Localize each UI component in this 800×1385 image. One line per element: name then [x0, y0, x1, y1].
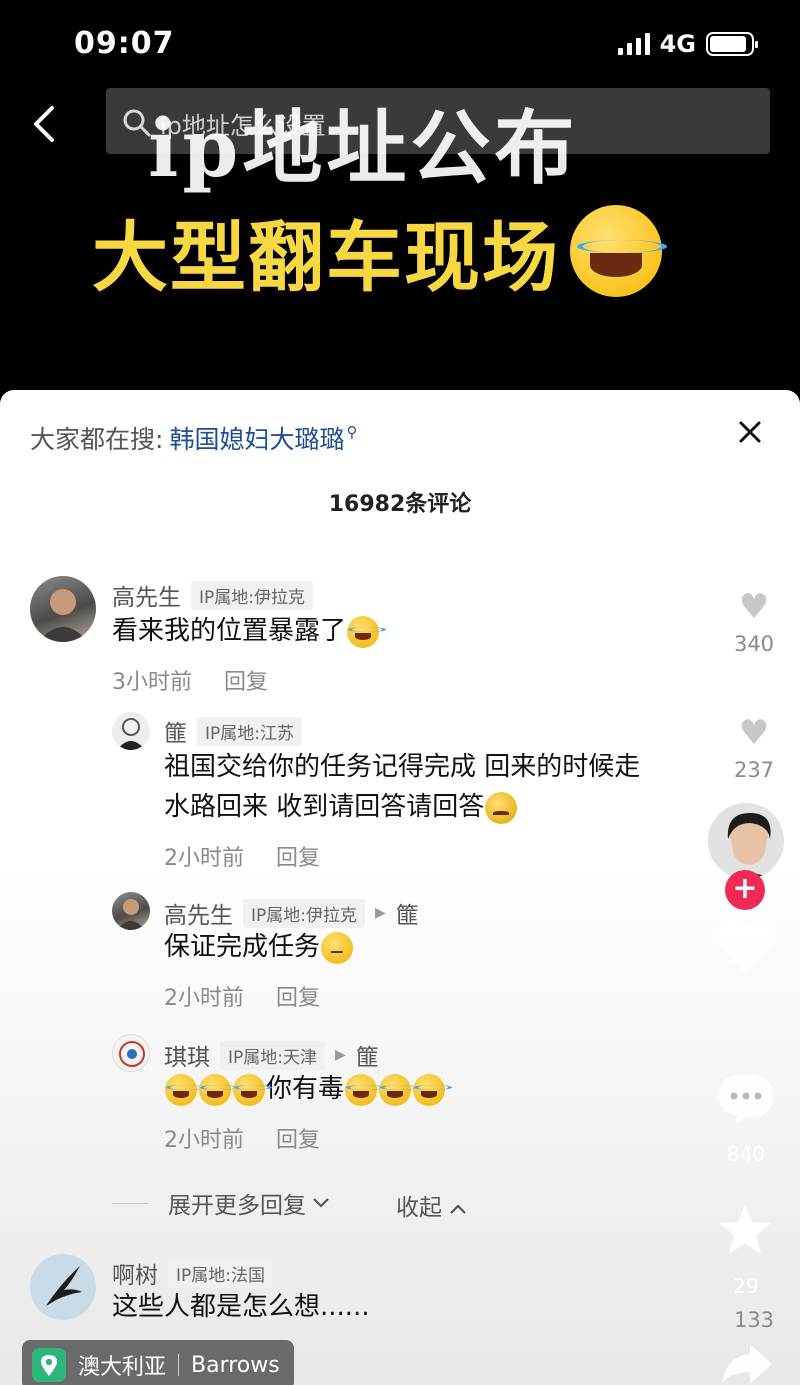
- follow-button[interactable]: +: [725, 870, 765, 910]
- comment-time: 2小时前: [164, 1128, 244, 1153]
- location-tag[interactable]: 澳大利亚 Barrows: [22, 1340, 294, 1385]
- comment-icon[interactable]: [715, 1070, 777, 1126]
- comment-count-side: 840: [726, 1142, 766, 1166]
- heart-icon: ♥: [738, 713, 770, 753]
- divider: [178, 1354, 180, 1376]
- comment-text-content: 你有毒: [266, 1074, 345, 1104]
- like-button[interactable]: ♥ 340: [724, 590, 784, 656]
- close-icon: [739, 421, 761, 443]
- status-indicators: 4G: [617, 30, 758, 58]
- cry-laugh-emoji-icon: [233, 1073, 272, 1106]
- comment-author[interactable]: 琪琪: [164, 1038, 210, 1072]
- comment-text-content: 看来我的位置暴露了: [112, 616, 347, 646]
- comment-text: 看来我的位置暴露了: [112, 610, 386, 652]
- comment-text: 保证完成任务: [164, 926, 354, 968]
- collapse-replies-label: 收起: [396, 1195, 442, 1221]
- avatar[interactable]: [30, 576, 96, 642]
- heart-icon: ♥: [738, 587, 770, 627]
- ip-location-badge: IP属地:伊拉克: [191, 580, 313, 610]
- ip-location-badge: IP属地:天津: [220, 1040, 325, 1070]
- like-count: 133: [733, 1308, 775, 1332]
- reply-button[interactable]: 回复: [276, 840, 320, 872]
- ip-location-badge: IP属地:伊拉克: [243, 898, 365, 928]
- reply-button[interactable]: 回复: [224, 664, 268, 696]
- share-icon[interactable]: [718, 1340, 774, 1385]
- comment-time: 2小时前: [164, 846, 244, 871]
- reply-arrow-icon: ▶: [375, 905, 386, 921]
- comments-panel: 大家都在搜: 韩国媳妇大璐璐 ⚲ 16982条评论 高先生 IP属地:伊拉克 看…: [0, 390, 800, 1385]
- hot-search-link[interactable]: 韩国媳妇大璐璐: [169, 420, 344, 456]
- favorite-count: 29: [733, 1274, 759, 1298]
- crying-emoji-icon: [413, 1073, 452, 1106]
- comment-count: 16982条评论: [328, 492, 472, 517]
- reply-arrow-icon: ▶: [335, 1047, 346, 1063]
- star-icon[interactable]: [717, 1202, 773, 1258]
- reply-button[interactable]: 回复: [276, 1122, 320, 1154]
- comment-text-content: 水路回来 收到请回答请回答: [164, 792, 485, 822]
- thinking-emoji-icon: [321, 931, 354, 964]
- comment-text-content: 保证完成任务: [164, 932, 321, 962]
- hot-search-label: 大家都在搜:: [30, 425, 164, 454]
- chevron-down-icon: [313, 1198, 329, 1208]
- expand-replies-button[interactable]: 展开更多回复: [112, 1186, 330, 1220]
- avatar[interactable]: [30, 1254, 96, 1320]
- cry-laugh-emoji-icon: [347, 615, 386, 648]
- back-icon[interactable]: [28, 104, 62, 144]
- avatar[interactable]: [112, 712, 150, 750]
- crying-emoji-icon: [379, 1073, 418, 1106]
- ip-location-badge: IP属地:江苏: [197, 716, 302, 746]
- comment-time: 2小时前: [164, 986, 244, 1011]
- signal-icon: [617, 33, 650, 55]
- divider: [112, 1202, 148, 1204]
- video-overlay-title: ip地址公布: [148, 101, 579, 195]
- ip-location-badge: IP属地:法国: [168, 1258, 273, 1288]
- comment-author[interactable]: 高先生: [112, 578, 181, 612]
- comment-author[interactable]: 篚: [164, 714, 187, 748]
- location-country: 澳大利亚: [78, 1355, 167, 1380]
- close-button[interactable]: [730, 412, 770, 452]
- video-overlay-subtitle-text: 大型翻车现场: [92, 213, 560, 302]
- location-city: Barrows: [191, 1352, 280, 1378]
- like-count: 340: [733, 632, 775, 656]
- comment-text-line2: 水路回来 收到请回答请回答: [164, 786, 518, 828]
- comment-text: 你有毒: [164, 1068, 452, 1110]
- cry-laugh-emoji-icon: [199, 1073, 238, 1106]
- like-count: 237: [733, 758, 775, 782]
- chevron-up-icon: [450, 1204, 467, 1214]
- reply-to-name[interactable]: 篚: [356, 1038, 379, 1072]
- location-pin-icon: [32, 1348, 66, 1382]
- status-time: 09:07: [74, 26, 175, 61]
- laughing-emoji-icon: [570, 205, 667, 297]
- sad-emoji-icon: [485, 791, 518, 824]
- comment-text: 这些人都是怎么想......: [112, 1292, 370, 1322]
- reply-button[interactable]: 回复: [276, 980, 320, 1012]
- avatar[interactable]: [112, 1034, 150, 1072]
- collapse-replies-button[interactable]: 收起: [396, 1188, 467, 1222]
- comment-text-line1: 祖国交给你的任务记得完成 回来的时候走: [164, 752, 641, 782]
- cry-laugh-emoji-icon: [165, 1073, 204, 1106]
- hot-search-small-search-icon: ⚲: [346, 423, 358, 441]
- avatar[interactable]: [112, 892, 150, 930]
- crying-emoji-icon: [345, 1073, 384, 1106]
- reply-to-name[interactable]: 篚: [396, 896, 419, 930]
- expand-replies-label: 展开更多回复: [168, 1193, 306, 1219]
- battery-icon: [706, 32, 758, 56]
- network-type: 4G: [659, 30, 696, 58]
- like-button[interactable]: ♥ 237: [724, 716, 784, 782]
- video-overlay-subtitle: 大型翻车现场: [92, 196, 667, 306]
- comment-time: 3小时前: [112, 670, 192, 695]
- heart-icon[interactable]: [712, 912, 780, 980]
- hot-search-row: 大家都在搜: 韩国媳妇大璐璐 ⚲: [30, 420, 357, 456]
- like-button[interactable]: 133: [724, 1300, 784, 1332]
- comment-author[interactable]: 啊树: [112, 1256, 158, 1290]
- comment-author[interactable]: 高先生: [164, 896, 233, 930]
